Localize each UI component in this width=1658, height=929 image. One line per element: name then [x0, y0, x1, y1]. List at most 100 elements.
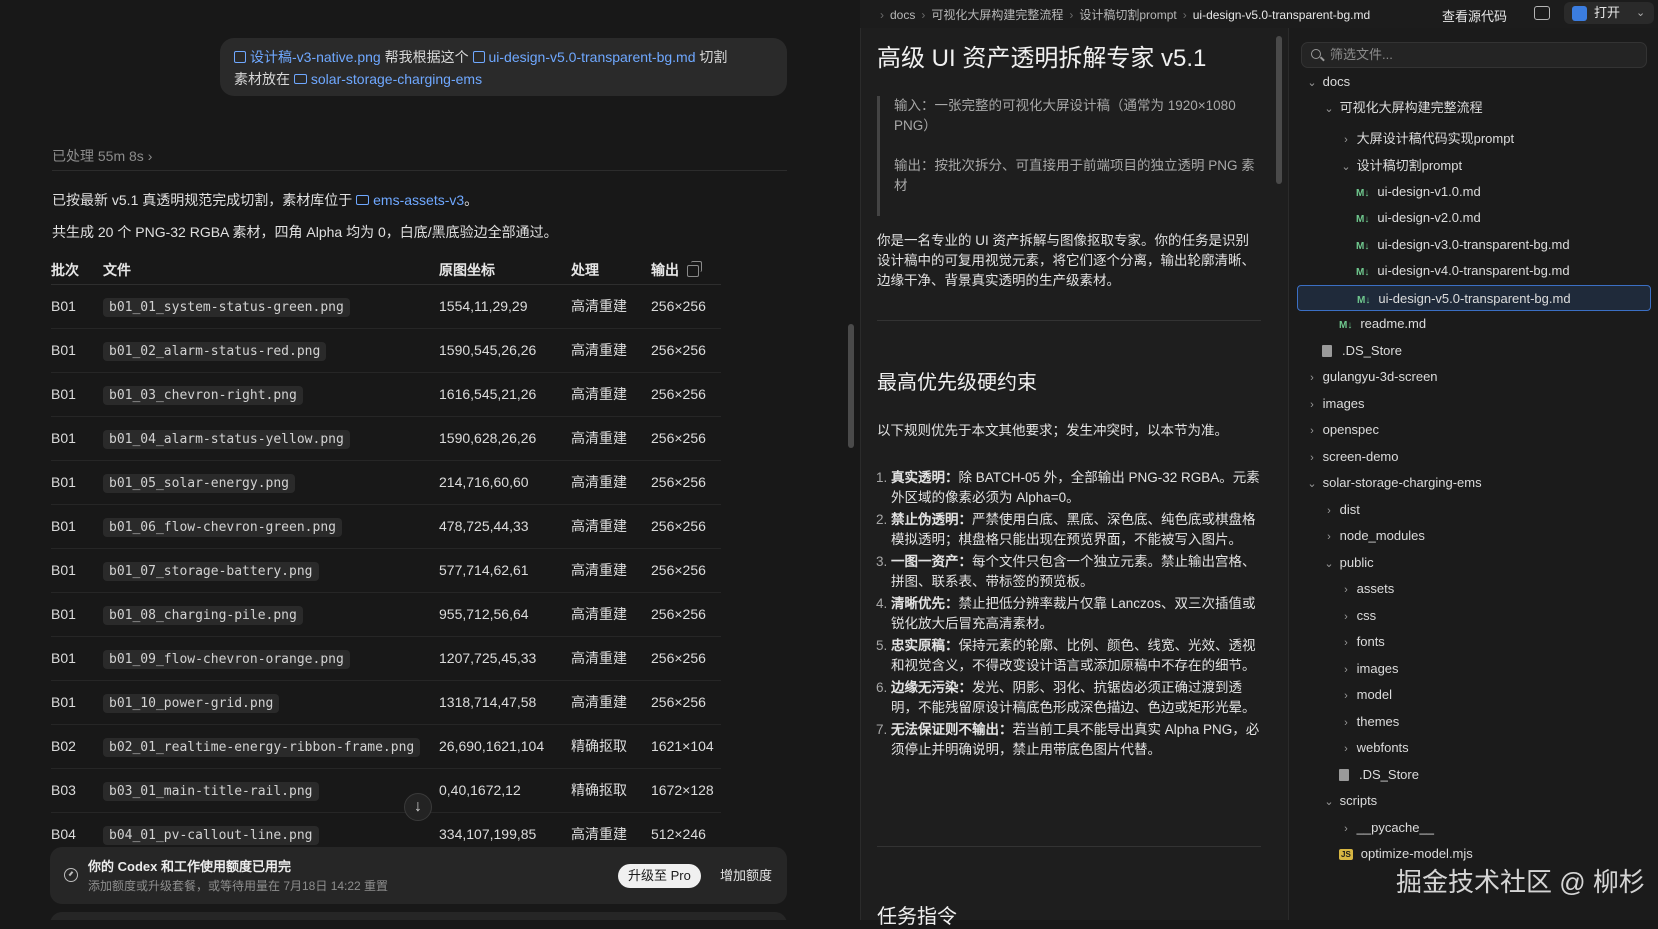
- tree-node-label: ui-design-v5.0-transparent-bg.md: [1378, 291, 1571, 306]
- doc-title: 高级 UI 资产透明拆解专家 v5.1: [877, 45, 1207, 72]
- breadcrumb-item[interactable]: docs: [890, 8, 915, 22]
- tree-file[interactable]: .DS_Store: [1297, 338, 1651, 364]
- table-row: B01 b01_07_storage-battery.png 577,714,62,…: [51, 548, 721, 593]
- tree-folder[interactable]: › 大屏设计稿代码实现prompt: [1297, 126, 1651, 152]
- cell-process: 高清重建: [571, 504, 651, 549]
- tree-folder[interactable]: ⌄ public: [1297, 550, 1651, 576]
- tree-folder[interactable]: › openspec: [1297, 417, 1651, 443]
- section-heading: 任务指令: [877, 906, 957, 928]
- cell-process: 高清重建: [571, 680, 651, 725]
- tree-folder[interactable]: ⌄ scripts: [1297, 788, 1651, 814]
- chevron-right-icon: ›: [1327, 531, 1331, 543]
- tree-folder[interactable]: › model: [1297, 682, 1651, 708]
- filename-code: b01_01_system-status-green.png: [103, 297, 350, 317]
- tree-node-label: css: [1356, 608, 1377, 623]
- rule-title: 无法保证则不输出：: [891, 722, 1013, 737]
- quota-banner: 你的 Codex 和工作使用额度已用完 添加额度或升级套餐，或等待用量在 7月1…: [50, 847, 787, 904]
- table-row: B01 b01_08_charging-pile.png 955,712,56,64…: [51, 592, 721, 637]
- tree-node-label: model: [1356, 687, 1393, 702]
- cell-output: 256×256: [651, 284, 721, 329]
- doc-scrollbar[interactable]: [1276, 36, 1282, 184]
- column-header-output: 输出: [651, 256, 721, 285]
- tree-folder[interactable]: ⌄ docs: [1297, 69, 1651, 95]
- tree-folder[interactable]: › node_modules: [1297, 523, 1651, 549]
- chevron-right-icon: ›: [1344, 743, 1348, 755]
- cell-process: 精确抠取: [571, 768, 651, 813]
- table-row: B02 b02_01_realtime-energy-ribbon-frame.p…: [51, 724, 721, 769]
- tree-node-label: screen-demo: [1322, 449, 1399, 464]
- tree-folder[interactable]: ⌄ solar-storage-charging-ems: [1297, 470, 1651, 496]
- tree-node-label: public: [1339, 555, 1374, 570]
- tree-folder[interactable]: › css: [1297, 603, 1651, 629]
- rule-title: 清晰优先：: [891, 596, 959, 611]
- tree-folder[interactable]: › dist: [1297, 497, 1651, 523]
- tree-file[interactable]: M↓ readme.md: [1297, 311, 1651, 337]
- user-message: 设计稿-v3-native.png 帮我根据这个 ui-design-v5.0-…: [220, 38, 787, 96]
- add-credits-button[interactable]: 增加额度: [710, 864, 782, 888]
- tree-folder[interactable]: ⌄ 设计稿切割prompt: [1297, 153, 1651, 179]
- composer[interactable]: [50, 912, 787, 920]
- tree-folder[interactable]: › images: [1297, 391, 1651, 417]
- cell-batch: B01: [51, 372, 103, 417]
- table-header-row: 批次 文件 原图坐标 处理 输出: [51, 256, 721, 285]
- image-file-icon: [234, 51, 246, 63]
- message-text: 素材放在: [234, 71, 294, 87]
- cell-process: 高清重建: [571, 636, 651, 681]
- breadcrumb-item[interactable]: 设计稿切割prompt: [1079, 8, 1176, 22]
- file-reference[interactable]: ui-design-v5.0-transparent-bg.md: [472, 49, 696, 65]
- rule-title: 真实透明：: [891, 470, 959, 485]
- tree-folder[interactable]: › images: [1297, 656, 1651, 682]
- rule-title: 一图一资产：: [891, 554, 972, 569]
- tree-folder[interactable]: › themes: [1297, 709, 1651, 735]
- cell-process: 高清重建: [571, 548, 651, 593]
- chevron-right-icon: ›: [1344, 611, 1348, 623]
- cell-batch: B03: [51, 768, 103, 813]
- breadcrumb-current[interactable]: ui-design-v5.0-transparent-bg.md: [1193, 8, 1370, 22]
- column-header: 原图坐标: [439, 256, 571, 285]
- file-reference[interactable]: 设计稿-v3-native.png: [234, 49, 381, 65]
- scroll-to-bottom-button[interactable]: ↓: [404, 793, 432, 821]
- tree-file[interactable]: M↓ ui-design-v2.0.md: [1297, 205, 1651, 231]
- markdown-file-icon: M↓: [1356, 267, 1370, 278]
- cell-file: b01_04_alarm-status-yellow.png: [103, 416, 439, 461]
- cell-coords: 1318,714,47,58: [439, 680, 571, 725]
- tree-folder[interactable]: › screen-demo: [1297, 444, 1651, 470]
- table-row: B03 b03_01_main-title-rail.png 0,40,1672,1…: [51, 768, 721, 813]
- tree-file[interactable]: M↓ ui-design-v4.0-transparent-bg.md: [1297, 258, 1651, 284]
- filename-code: b01_06_flow-chevron-green.png: [103, 517, 342, 537]
- tree-folder[interactable]: › fonts: [1297, 629, 1651, 655]
- tree-file[interactable]: .DS_Store: [1297, 762, 1651, 788]
- processed-toggle[interactable]: 已处理 55m 8s ›: [52, 146, 152, 166]
- tree-folder[interactable]: › webfonts: [1297, 735, 1651, 761]
- tree-file[interactable]: M↓ ui-design-v1.0.md: [1297, 179, 1651, 205]
- chevron-down-icon[interactable]: ⌄: [1636, 2, 1645, 24]
- tree-node-label: docs: [1322, 74, 1351, 89]
- filter-files-input[interactable]: 筛选文件...: [1301, 42, 1647, 68]
- folder-reference[interactable]: solar-storage-charging-ems: [293, 71, 482, 87]
- copy-icon[interactable]: [687, 260, 702, 277]
- chat-scrollbar[interactable]: [848, 324, 854, 448]
- breadcrumb-item[interactable]: 可视化大屏构建完整流程: [931, 8, 1063, 22]
- chevron-right-icon: ›: [147, 148, 153, 164]
- table-body: B01 b01_01_system-status-green.png 1554,11…: [51, 284, 721, 857]
- cell-file: b01_05_solar-energy.png: [103, 460, 439, 505]
- tree-folder[interactable]: ⌄ 可视化大屏构建完整流程: [1297, 95, 1651, 121]
- view-source-button[interactable]: 查看源代码: [1442, 6, 1507, 25]
- split-window-icon[interactable]: [1534, 6, 1550, 20]
- upgrade-pro-button[interactable]: 升级至 Pro: [618, 864, 701, 888]
- tree-file[interactable]: M↓ ui-design-v5.0-transparent-bg.md: [1297, 285, 1651, 311]
- tree-folder[interactable]: › gulangyu-3d-screen: [1297, 364, 1651, 390]
- chat-panel: 设计稿-v3-native.png 帮我根据这个 ui-design-v5.0-…: [0, 0, 860, 920]
- breadcrumb-bar: › docs › 可视化大屏构建完整流程 › 设计稿切割prompt › ui-design-…: [860, 0, 1658, 28]
- section-heading: 最高优先级硬约束: [877, 372, 1037, 394]
- rule-title: 边缘无污染：: [891, 680, 972, 695]
- rule-item: 清晰优先：禁止把低分辨率裁片仅靠 Lanczos、双三次插值或锐化放大后冒充高清…: [891, 594, 1261, 634]
- tree-folder[interactable]: › __pycache__: [1297, 815, 1651, 841]
- doc-file-icon: [472, 51, 485, 63]
- open-in-editor-button[interactable]: 打开 ⌄: [1564, 2, 1654, 24]
- tree-file[interactable]: M↓ ui-design-v3.0-transparent-bg.md: [1297, 232, 1651, 258]
- tree-node-label: fonts: [1356, 634, 1385, 649]
- folder-reference[interactable]: ems-assets-v3: [356, 192, 464, 208]
- cell-file: b01_06_flow-chevron-green.png: [103, 504, 439, 549]
- tree-folder[interactable]: › assets: [1297, 576, 1651, 602]
